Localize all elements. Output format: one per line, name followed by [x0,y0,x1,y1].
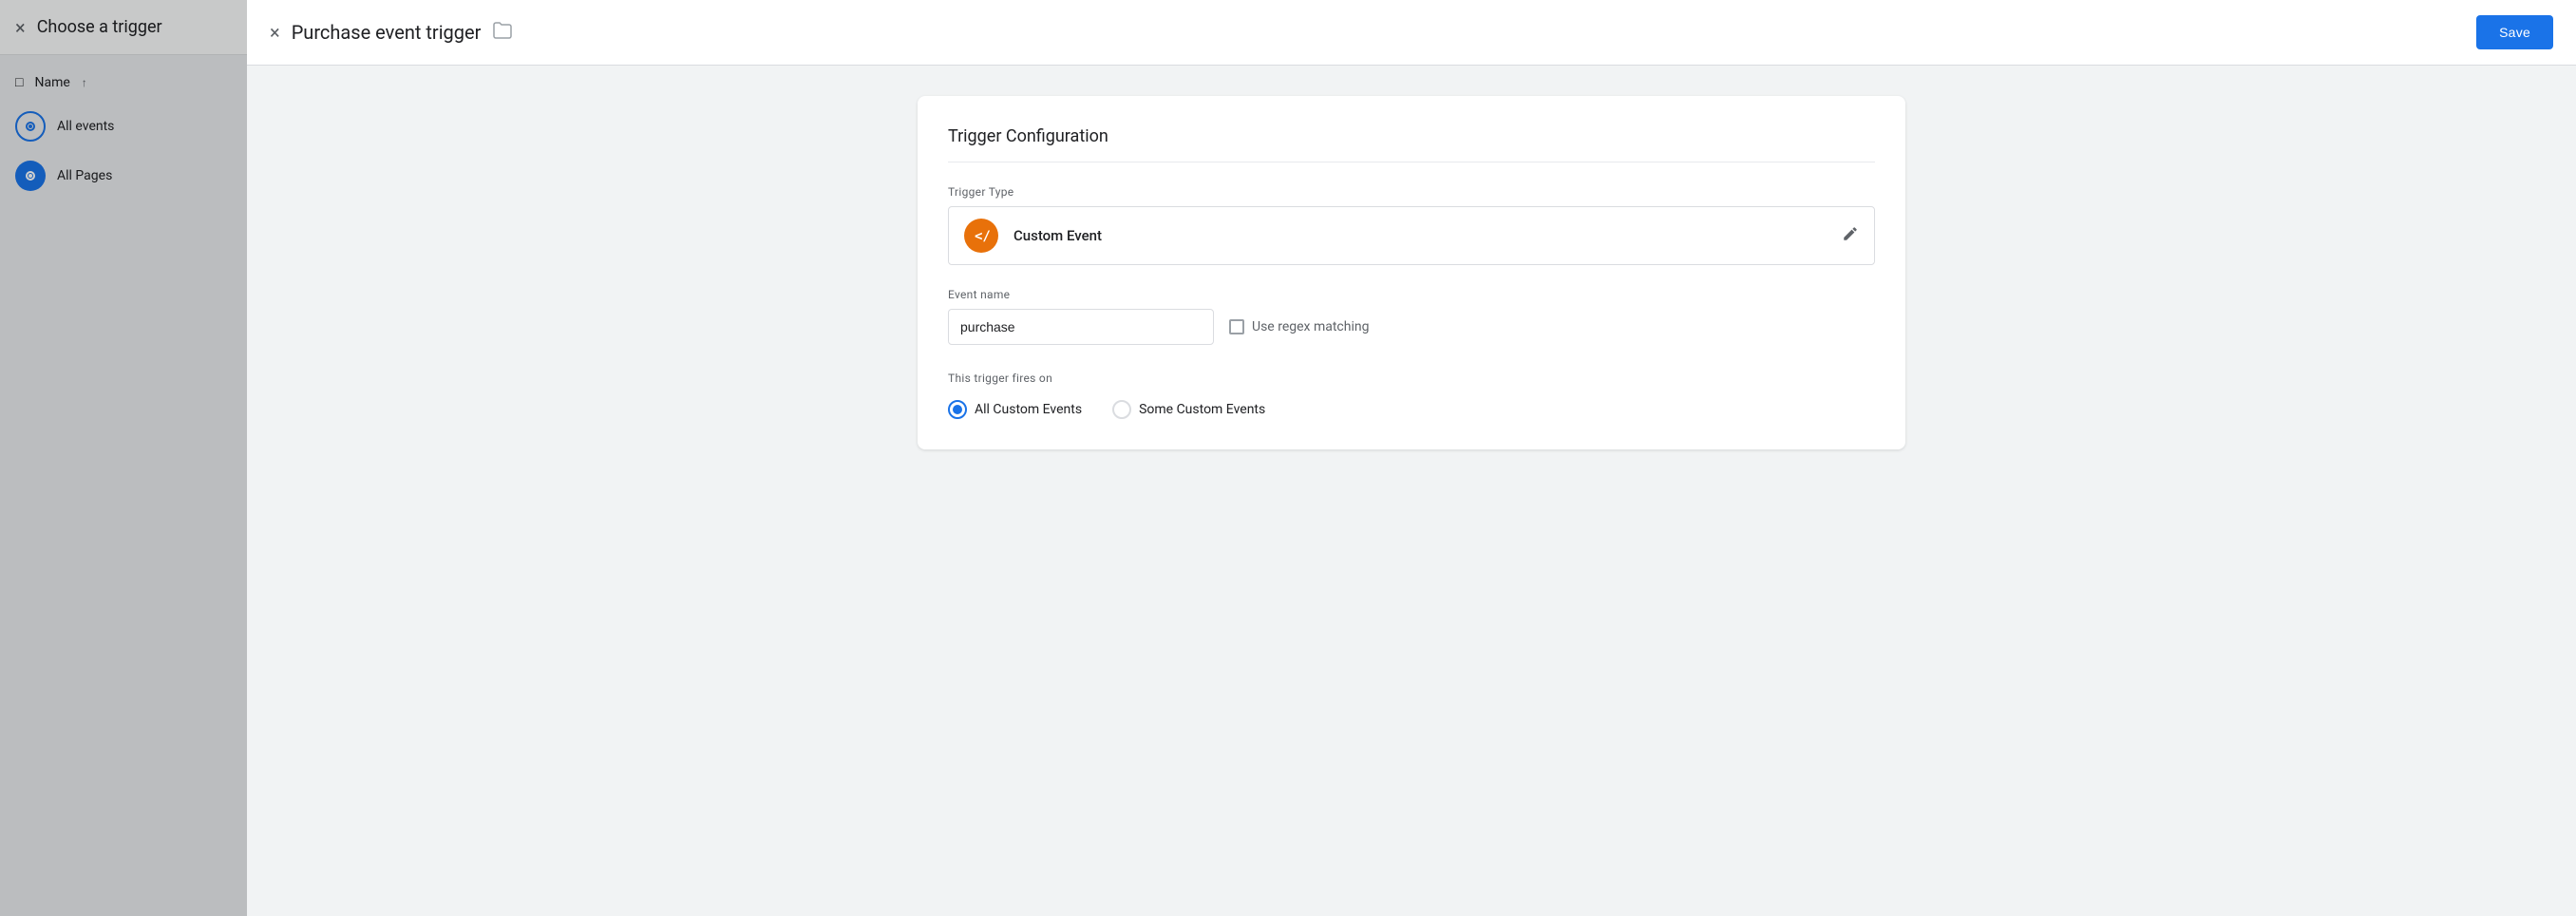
trigger-type-row[interactable]: </> Custom Event [948,206,1875,265]
fires-on-section: This trigger fires on All Custom Events … [948,372,1875,419]
sort-icon[interactable]: ↑ [82,76,87,89]
right-panel: × Purchase event trigger Save Trigger Co… [247,0,2576,916]
regex-checkbox-row: Use regex matching [1229,319,1369,334]
radio-some-circle[interactable] [1112,400,1131,419]
radio-option-some[interactable]: Some Custom Events [1112,400,1265,419]
all-pages-icon [15,161,46,191]
left-close-icon[interactable]: × [15,18,26,37]
radio-all-label: All Custom Events [975,402,1082,417]
all-events-label: All events [57,119,114,134]
event-name-row: Use regex matching [948,309,1875,345]
all-pages-label: All Pages [57,168,112,183]
trigger-list: □ Name ↑ All events All Pages [0,55,247,208]
svg-text:</>: </> [975,229,990,244]
event-name-input[interactable] [948,309,1214,345]
folder-icon[interactable] [492,21,513,45]
list-item-all-events[interactable]: All events [0,102,247,151]
trigger-type-left: </> Custom Event [964,219,1102,253]
left-panel-title: Choose a trigger [37,17,162,37]
config-card-title: Trigger Configuration [948,126,1875,162]
save-button[interactable]: Save [2476,15,2553,49]
regex-checkbox[interactable] [1229,319,1244,334]
radio-option-all[interactable]: All Custom Events [948,400,1082,419]
radio-all-inner [953,405,962,414]
main-content: Trigger Configuration Trigger Type </> C… [247,66,2576,480]
radio-all-circle[interactable] [948,400,967,419]
list-name-label: Name [34,75,69,90]
right-header: × Purchase event trigger Save [247,0,2576,66]
list-checkbox[interactable]: □ [15,74,23,90]
radio-some-label: Some Custom Events [1139,402,1265,417]
list-header: □ Name ↑ [0,63,247,102]
radio-group: All Custom Events Some Custom Events [948,400,1875,419]
event-name-label: Event name [948,288,1875,301]
edit-icon[interactable] [1842,225,1859,247]
list-item-all-pages[interactable]: All Pages [0,151,247,200]
all-events-icon [15,111,46,142]
trigger-type-name: Custom Event [1013,227,1102,244]
regex-label: Use regex matching [1252,319,1369,334]
right-header-left: × Purchase event trigger [270,21,513,45]
custom-event-icon: </> [964,219,998,253]
left-panel: × Choose a trigger □ Name ↑ All events [0,0,247,916]
right-panel-title: Purchase event trigger [292,21,482,44]
right-close-icon[interactable]: × [270,23,280,42]
config-card: Trigger Configuration Trigger Type </> C… [918,96,1905,449]
trigger-type-label: Trigger Type [948,185,1875,199]
trigger-type-section: Trigger Type </> Custom Event [948,185,1875,265]
event-name-section: Event name Use regex matching [948,288,1875,345]
left-header: × Choose a trigger [0,0,247,55]
fires-on-title: This trigger fires on [948,372,1875,385]
